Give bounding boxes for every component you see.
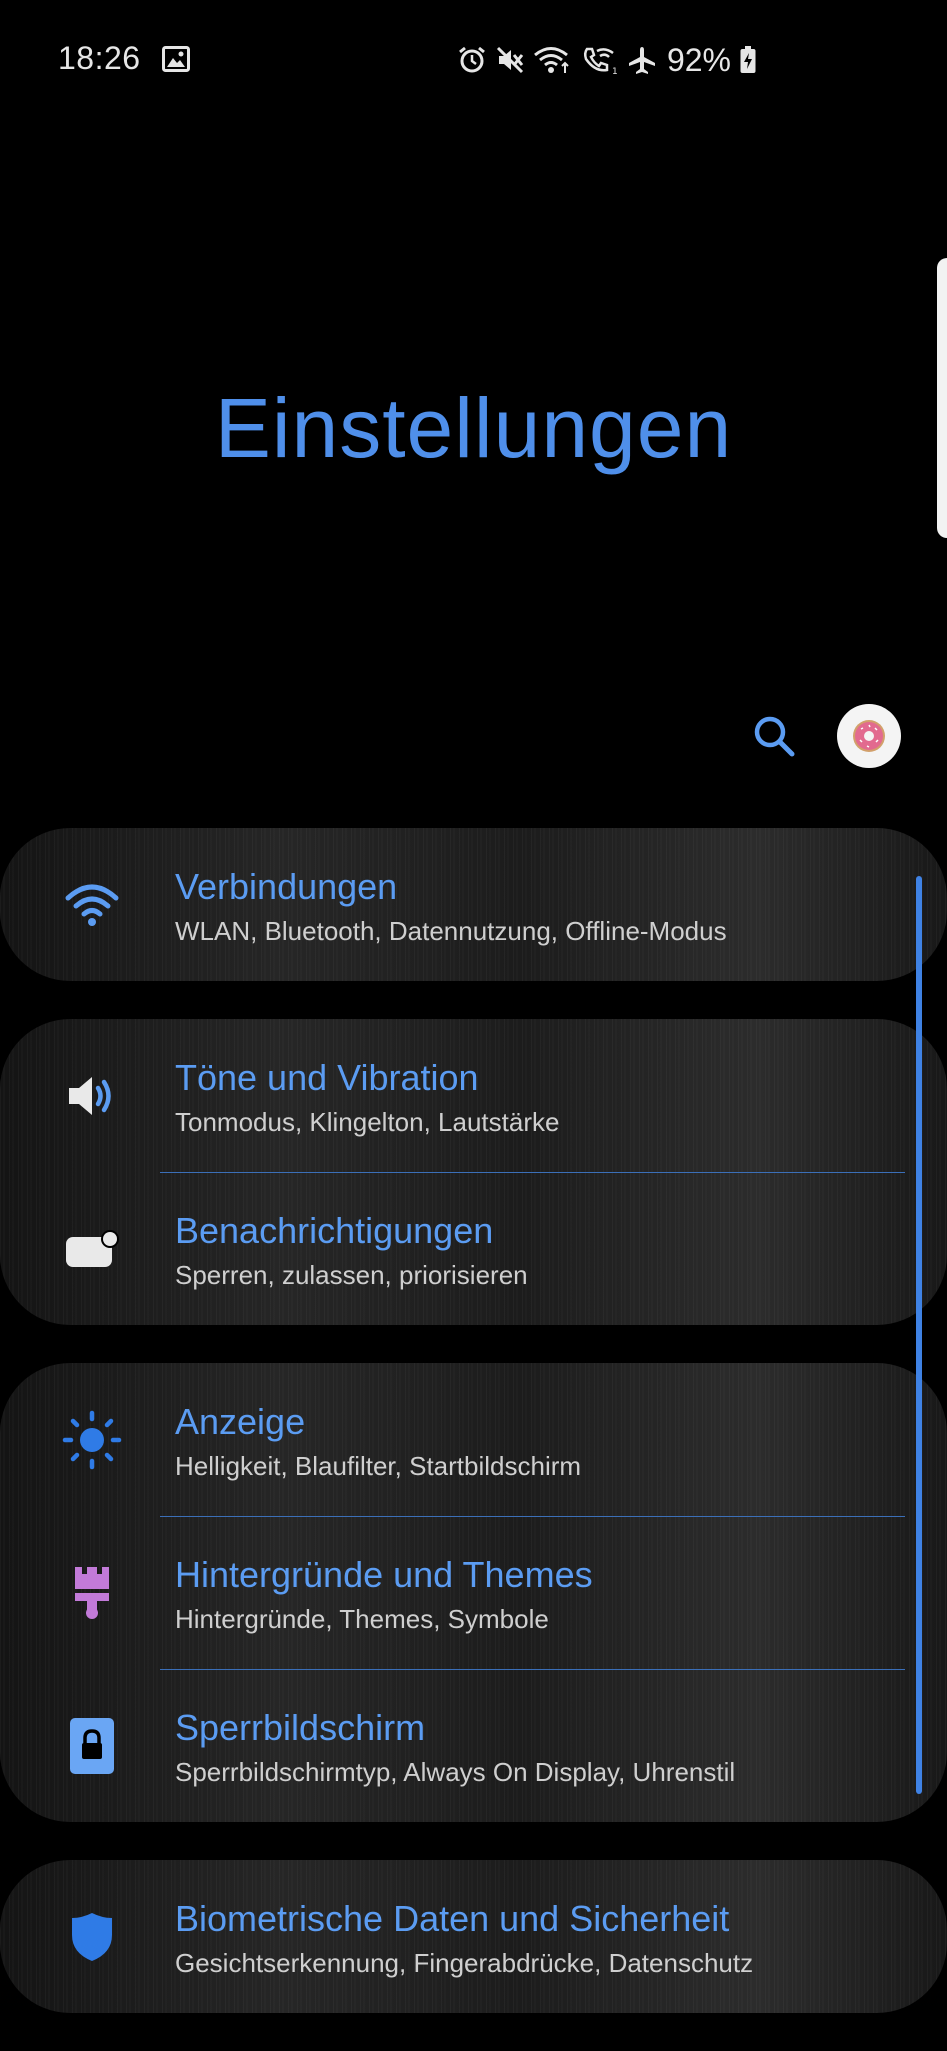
settings-item-sounds[interactable]: Töne und Vibration Tonmodus, Klingelton,… <box>0 1019 947 1172</box>
notification-icon <box>62 1219 122 1279</box>
settings-item-subtitle: Helligkeit, Blaufilter, Startbildschirm <box>175 1451 582 1481</box>
settings-item-title: Hintergründe und Themes <box>175 1554 593 1595</box>
status-bar: 18:26 1 92% <box>0 0 947 120</box>
settings-card-display: Anzeige Helligkeit, Blaufilter, Startbil… <box>0 1363 947 1822</box>
settings-card-sound: Töne und Vibration Tonmodus, Klingelton,… <box>0 1019 947 1325</box>
page-title: Einstellungen <box>214 381 733 475</box>
search-icon <box>754 716 795 757</box>
wifi-call-icon: 1 <box>581 45 619 75</box>
wifi-icon <box>533 45 573 75</box>
alarm-icon <box>457 45 487 75</box>
paintbrush-icon <box>62 1563 122 1623</box>
settings-item-subtitle: Gesichtserkennung, Fingerabdrücke, Daten… <box>175 1948 754 1978</box>
settings-item-subtitle: Sperren, zulassen, priorisieren <box>175 1260 528 1290</box>
settings-item-title: Verbindungen <box>175 866 398 907</box>
settings-item-subtitle: Tonmodus, Klingelton, Lautstärke <box>175 1107 560 1137</box>
image-icon <box>162 46 190 77</box>
avatar[interactable] <box>837 704 901 768</box>
speaker-icon <box>62 1066 122 1126</box>
wifi-icon <box>62 875 122 935</box>
settings-item-title: Benachrichtigungen <box>175 1210 494 1251</box>
battery-percent: 92% <box>666 41 731 78</box>
settings-item-notifications[interactable]: Benachrichtigungen Sperren, zulassen, pr… <box>0 1172 947 1325</box>
shield-icon <box>62 1907 122 1967</box>
mute-icon <box>495 45 525 75</box>
svg-text:1: 1 <box>612 67 618 75</box>
settings-item-subtitle: Sperrbildschirmtyp, Always On Display, U… <box>175 1757 736 1787</box>
settings-item-subtitle: Hintergründe, Themes, Symbole <box>175 1604 549 1634</box>
settings-item-security[interactable]: Biometrische Daten und Sicherheit Gesich… <box>0 1860 947 2013</box>
settings-item-title: Anzeige <box>175 1401 306 1442</box>
settings-item-title: Töne und Vibration <box>175 1057 479 1098</box>
brightness-icon <box>62 1410 122 1470</box>
status-icons: 1 92% <box>457 40 757 80</box>
settings-item-connections[interactable]: Verbindungen WLAN, Bluetooth, Datennutzu… <box>0 828 947 981</box>
settings-card-security: Biometrische Daten und Sicherheit Gesich… <box>0 1860 947 2013</box>
battery-charging-icon <box>739 45 757 75</box>
status-time: 18:26 <box>58 40 141 76</box>
lock-icon <box>62 1716 122 1776</box>
donut-avatar-icon <box>853 720 885 752</box>
settings-item-subtitle: WLAN, Bluetooth, Datennutzung, Offline-M… <box>175 916 727 946</box>
settings-card-connections: Verbindungen WLAN, Bluetooth, Datennutzu… <box>0 828 947 981</box>
settings-item-title: Biometrische Daten und Sicherheit <box>175 1898 730 1939</box>
scrollbar[interactable] <box>916 876 922 1794</box>
settings-item-title: Sperrbildschirm <box>175 1707 426 1748</box>
settings-list: Verbindungen WLAN, Bluetooth, Datennutzu… <box>0 828 947 2051</box>
search-button[interactable] <box>748 710 800 762</box>
settings-item-display[interactable]: Anzeige Helligkeit, Blaufilter, Startbil… <box>0 1363 947 1516</box>
settings-item-themes[interactable]: Hintergründe und Themes Hintergründe, Th… <box>0 1516 947 1669</box>
airplane-icon <box>627 45 657 75</box>
settings-item-lockscreen[interactable]: Sperrbildschirm Sperrbildschirmtyp, Alwa… <box>0 1669 947 1822</box>
